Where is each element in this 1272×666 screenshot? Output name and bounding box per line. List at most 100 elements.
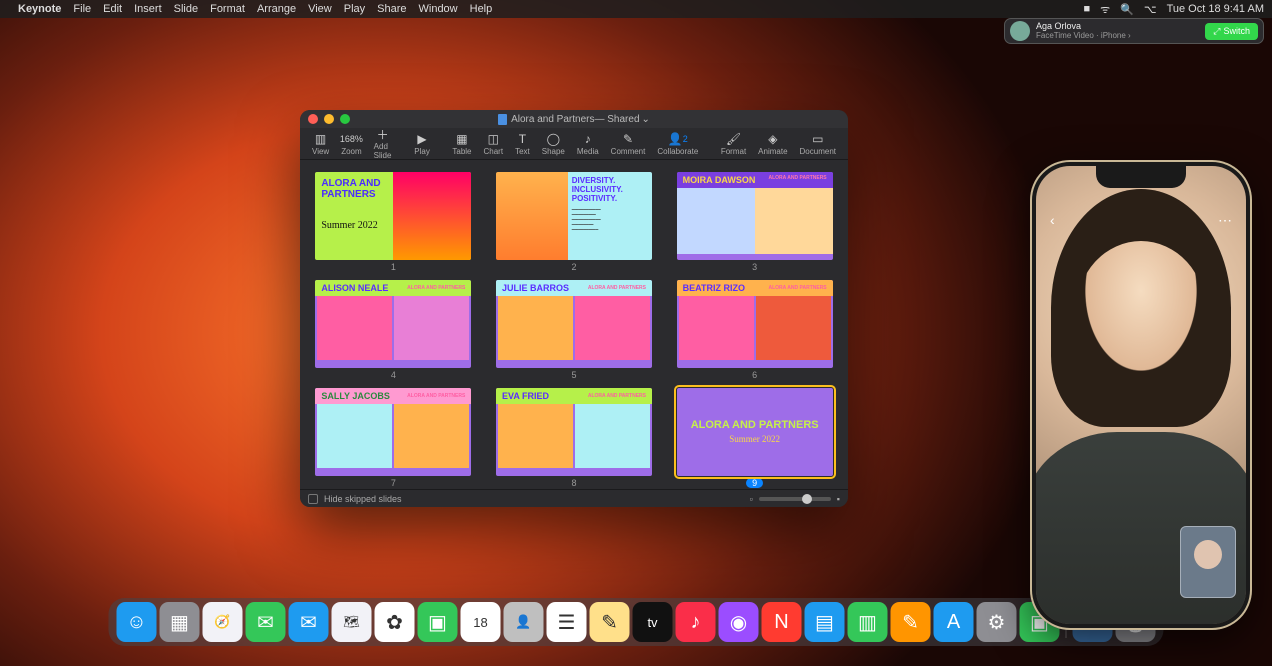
zoom-slider-thumb[interactable] <box>802 494 812 504</box>
media-button[interactable]: ♪Media <box>571 132 605 156</box>
animate-button[interactable]: ◈Animate <box>752 132 793 156</box>
slide-2-image <box>496 172 568 260</box>
control-center-icon[interactable]: ⌥ <box>1144 3 1157 16</box>
spotlight-icon[interactable]: 🔍 <box>1120 3 1134 16</box>
menubar: Keynote File Edit Insert Slide Format Ar… <box>0 0 1272 18</box>
dock-contacts[interactable]: 👤 <box>504 602 544 642</box>
slide-6-img1 <box>679 296 754 360</box>
comment-button[interactable]: ✎Comment <box>605 132 652 156</box>
slide-thumb-9[interactable]: ALORA AND PARTNERS Summer 2022 9 <box>671 388 838 488</box>
slide-4-tag: ALORA AND PARTNERS <box>407 285 465 291</box>
slide-thumb-2[interactable]: DIVERSITY. INCLUSIVITY. POSITIVITY. ━━━━… <box>491 172 658 272</box>
menu-play[interactable]: Play <box>344 3 365 15</box>
handoff-banner[interactable]: Aga Orlova FaceTime Video · iPhone › ⤢ S… <box>1004 18 1264 44</box>
dock-numbers[interactable]: ▥ <box>848 602 888 642</box>
zoom-out-icon[interactable]: ▫ <box>750 494 753 504</box>
menu-view[interactable]: View <box>308 3 332 15</box>
dock-reminders[interactable]: ☰ <box>547 602 587 642</box>
menu-edit[interactable]: Edit <box>103 3 122 15</box>
iphone-notch <box>1096 166 1186 188</box>
dock-tv[interactable]: tv <box>633 602 673 642</box>
facetime-self-view[interactable] <box>1180 526 1236 598</box>
menu-insert[interactable]: Insert <box>134 3 162 15</box>
title-dropdown-icon[interactable]: ⌄ <box>642 114 650 125</box>
menu-window[interactable]: Window <box>419 3 458 15</box>
view-button[interactable]: ▥View <box>306 132 335 156</box>
menu-file[interactable]: File <box>73 3 91 15</box>
slide-thumb-7[interactable]: SALLY JACOBSALORA AND PARTNERS7 <box>310 388 477 488</box>
slide-5-title: JULIE BARROS <box>502 283 569 293</box>
minimize-button[interactable] <box>324 114 334 124</box>
dock-mail[interactable]: ✉ <box>289 602 329 642</box>
chart-button[interactable]: ◫Chart <box>478 132 510 156</box>
format-button[interactable]: 🖌Format <box>715 132 752 156</box>
dock-maps[interactable]: 🗺 <box>332 602 372 642</box>
dock-facetime[interactable]: ▣ <box>418 602 458 642</box>
menu-app[interactable]: Keynote <box>18 3 61 15</box>
menu-format[interactable]: Format <box>210 3 245 15</box>
hide-skipped-checkbox[interactable] <box>308 494 318 504</box>
slide-2-body: ━━━━━━━━━━━━━━━━━━━━━━━━━━━━━━━━━━━━━━━━… <box>572 207 648 232</box>
menu-share[interactable]: Share <box>377 3 406 15</box>
slide-light-table[interactable]: ALORA AND PARTNERS Summer 2022 1 DIVERSI… <box>300 160 848 489</box>
handoff-text: Aga Orlova FaceTime Video · iPhone › <box>1036 21 1205 41</box>
plus-icon: ＋ <box>376 127 390 141</box>
dock-podcasts[interactable]: ◉ <box>719 602 759 642</box>
slide-thumb-6[interactable]: BEATRIZ RIZOALORA AND PARTNERS6 <box>671 280 838 380</box>
dock-news[interactable]: N <box>762 602 802 642</box>
menu-arrange[interactable]: Arrange <box>257 3 296 15</box>
slide-6-tag: ALORA AND PARTNERS <box>769 285 827 291</box>
document-button[interactable]: ▭Document <box>794 132 842 156</box>
table-button[interactable]: ▦Table <box>446 132 477 156</box>
dock-photos[interactable]: ✿ <box>375 602 415 642</box>
dock-appstore[interactable]: A <box>934 602 974 642</box>
wifi-icon[interactable]: ᯤ <box>1100 2 1110 17</box>
slide-8-tag: ALORA AND PARTNERS <box>588 393 646 399</box>
slide-9-sub: Summer 2022 <box>729 433 780 445</box>
dock-music[interactable]: ♪ <box>676 602 716 642</box>
fullscreen-button[interactable] <box>340 114 350 124</box>
animate-icon: ◈ <box>766 132 780 146</box>
menu-slide[interactable]: Slide <box>174 3 198 15</box>
zoom-in-icon[interactable]: ▪ <box>837 494 840 504</box>
play-button[interactable]: ▶Play <box>408 132 436 156</box>
zoom-button[interactable]: 168%Zoom <box>335 132 367 156</box>
document-icon: ▭ <box>811 132 825 146</box>
dock-pages[interactable]: ✎ <box>891 602 931 642</box>
menu-help[interactable]: Help <box>470 3 493 15</box>
dock-launchpad[interactable]: ▦ <box>160 602 200 642</box>
handoff-switch-button[interactable]: ⤢ Switch <box>1205 23 1258 40</box>
facetime-status-icon[interactable]: ■ <box>1083 3 1090 15</box>
add-slide-button[interactable]: ＋Add Slide <box>368 127 398 160</box>
collaborate-button[interactable]: 👤2 Collaborate <box>651 132 704 156</box>
slide-7-title: SALLY JACOBS <box>321 391 390 401</box>
text-button[interactable]: TText <box>509 132 536 156</box>
shape-icon: ◯ <box>546 132 560 146</box>
menubar-clock[interactable]: Tue Oct 18 9:41 AM <box>1167 3 1264 15</box>
dock-notes[interactable]: ✎ <box>590 602 630 642</box>
dock-settings[interactable]: ⚙ <box>977 602 1017 642</box>
dock-calendar[interactable]: 18 <box>461 602 501 642</box>
facetime-back-icon[interactable]: ‹ <box>1050 212 1055 229</box>
slide-thumb-4[interactable]: ALISON NEALEALORA AND PARTNERS4 <box>310 280 477 380</box>
zoom-slider[interactable] <box>759 497 831 501</box>
slide-5-tag: ALORA AND PARTNERS <box>588 285 646 291</box>
slide-thumb-1[interactable]: ALORA AND PARTNERS Summer 2022 1 <box>310 172 477 272</box>
slide-9-number: 9 <box>746 478 763 488</box>
close-button[interactable] <box>308 114 318 124</box>
window-titlebar[interactable]: Alora and Partners — Shared ⌄ <box>300 110 848 128</box>
slide-thumb-5[interactable]: JULIE BARROSALORA AND PARTNERS5 <box>491 280 658 380</box>
slide-thumb-8[interactable]: EVA FRIEDALORA AND PARTNERS8 <box>491 388 658 488</box>
shape-button[interactable]: ◯Shape <box>536 132 571 156</box>
dock-finder[interactable]: ☺ <box>117 602 157 642</box>
slide-thumb-3[interactable]: MOIRA DAWSONALORA AND PARTNERS 3 <box>671 172 838 272</box>
dock-messages[interactable]: ✉ <box>246 602 286 642</box>
facetime-call-screen[interactable]: ‹ ⋯ <box>1036 166 1246 624</box>
slide-9-title: ALORA AND PARTNERS <box>691 419 819 431</box>
keynote-window: Alora and Partners — Shared ⌄ ▥View 168%… <box>300 110 848 507</box>
slide-7-number: 7 <box>391 478 396 488</box>
slide-1-image <box>393 172 471 260</box>
dock-keynote[interactable]: ▤ <box>805 602 845 642</box>
dock-safari[interactable]: 🧭 <box>203 602 243 642</box>
facetime-menu-icon[interactable]: ⋯ <box>1218 212 1232 229</box>
